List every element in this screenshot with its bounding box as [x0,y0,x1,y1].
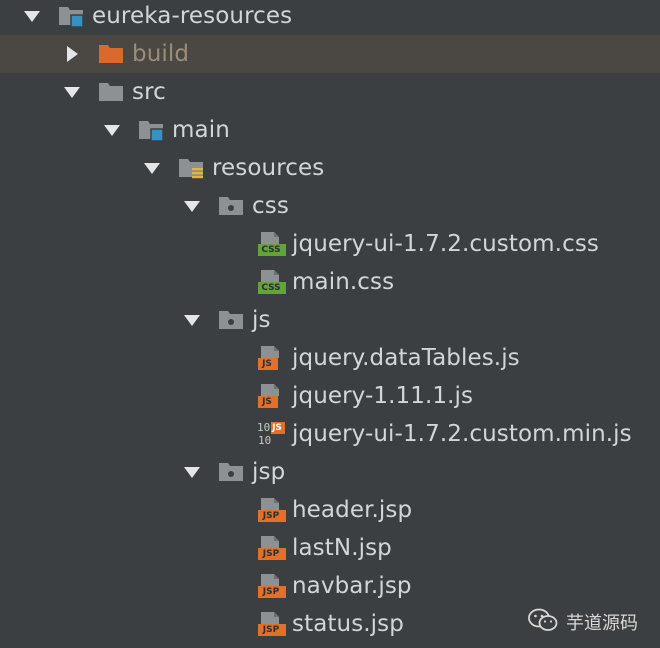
tree-row-main[interactable]: main [0,111,660,149]
expanded-arrow-icon[interactable] [62,82,82,102]
tree-item-label: header.jsp [292,497,413,523]
source-folder-icon [136,116,168,144]
tree-item-label: navbar.jsp [292,573,412,599]
toggle-spacer [222,272,242,292]
binary-digits-top: 10 [257,421,271,434]
tree-item-label: build [132,41,190,67]
tree-item-label: jquery.dataTables.js [292,345,520,371]
project-tree: eureka-resources build src main resources css… [0,0,660,648]
tree-item-label: status.jsp [292,611,404,637]
toggle-spacer [222,538,242,558]
tree-row-js[interactable]: js [0,301,660,339]
tree-row-jquery-ui-1-7-2-custom-css[interactable]: CSS jquery-ui-1.7.2.custom.css [0,225,660,263]
js-file-icon: JS [256,344,288,372]
jsp-file-icon: JSP [256,496,288,524]
package-folder-icon [216,458,248,486]
tree-item-label: main [172,117,230,143]
tree-row-jquery-ui-1-7-2-custom-min-js[interactable]: JS 10 10 jquery-ui-1.7.2.custom.min.js [0,415,660,453]
expanded-arrow-icon[interactable] [182,462,202,482]
tree-row-lastN-jsp[interactable]: JSP lastN.jsp [0,529,660,567]
tree-item-label: main.css [292,269,395,295]
wechat-icon [528,608,558,636]
tree-item-label: src [132,79,166,105]
tree-row-main-css[interactable]: CSS main.css [0,263,660,301]
watermark-text: 芋道源码 [566,613,638,634]
tree-row-header-jsp[interactable]: JSP header.jsp [0,491,660,529]
excluded-folder-icon [96,40,128,68]
file-type-badge: JS [262,359,272,369]
toggle-spacer [222,576,242,596]
file-type-badge: JSP [262,625,280,635]
tree-row-css[interactable]: css [0,187,660,225]
package-folder-icon [216,192,248,220]
tree-row-jquery-dataTables-js[interactable]: JS jquery.dataTables.js [0,339,660,377]
toggle-spacer [222,386,242,406]
tree-item-label: jquery-ui-1.7.2.custom.css [292,231,600,257]
tree-row-resources[interactable]: resources [0,149,660,187]
tree-item-label: eureka-resources [92,3,293,29]
tree-item-label: css [252,193,289,219]
tree-row-src[interactable]: src [0,73,660,111]
expanded-arrow-icon[interactable] [182,196,202,216]
file-type-badge: CSS [261,245,281,255]
tree-row-navbar-jsp[interactable]: JSP navbar.jsp [0,567,660,605]
folder-icon [96,78,128,106]
toggle-spacer [222,348,242,368]
toggle-spacer [222,500,242,520]
css-file-icon: CSS [256,268,288,296]
expanded-arrow-icon[interactable] [142,158,162,178]
file-type-badge: JS [262,397,272,407]
tree-item-label: lastN.jsp [292,535,392,561]
tree-row-build[interactable]: build [0,35,660,73]
css-file-icon: CSS [256,230,288,258]
module-folder-icon [56,2,88,30]
jsp-file-icon: JSP [256,610,288,638]
expanded-arrow-icon[interactable] [182,310,202,330]
jsp-file-icon: JSP [256,572,288,600]
tree-item-label: js [252,307,271,333]
toggle-spacer [222,424,242,444]
tree-item-label: jquery-ui-1.7.2.custom.min.js [292,421,632,447]
expanded-arrow-icon[interactable] [22,6,42,26]
file-type-badge: JSP [262,587,280,597]
tree-item-label: jquery-1.11.1.js [292,383,474,409]
file-type-badge: CSS [261,283,281,293]
file-type-badge: JSP [262,511,280,521]
file-type-badge: JSP [262,549,280,559]
tree-row-jsp[interactable]: jsp [0,453,660,491]
toggle-spacer [222,234,242,254]
collapsed-arrow-icon[interactable] [62,44,82,64]
tree-row-eureka-resources[interactable]: eureka-resources [0,0,660,35]
resources-folder-icon [176,154,208,182]
minified-js-file-icon: JS 10 10 [256,420,288,448]
tree-row-jquery-1-11-1-js[interactable]: JS jquery-1.11.1.js [0,377,660,415]
js-file-icon: JS [256,382,288,410]
toggle-spacer [222,614,242,634]
tree-item-label: resources [212,155,325,181]
binary-digits-bottom: 10 [258,434,272,447]
tree-item-label: jsp [252,459,286,485]
package-folder-icon [216,306,248,334]
file-type-badge: JS [272,423,282,433]
jsp-file-icon: JSP [256,534,288,562]
watermark: 芋道源码 [528,608,638,636]
expanded-arrow-icon[interactable] [102,120,122,140]
